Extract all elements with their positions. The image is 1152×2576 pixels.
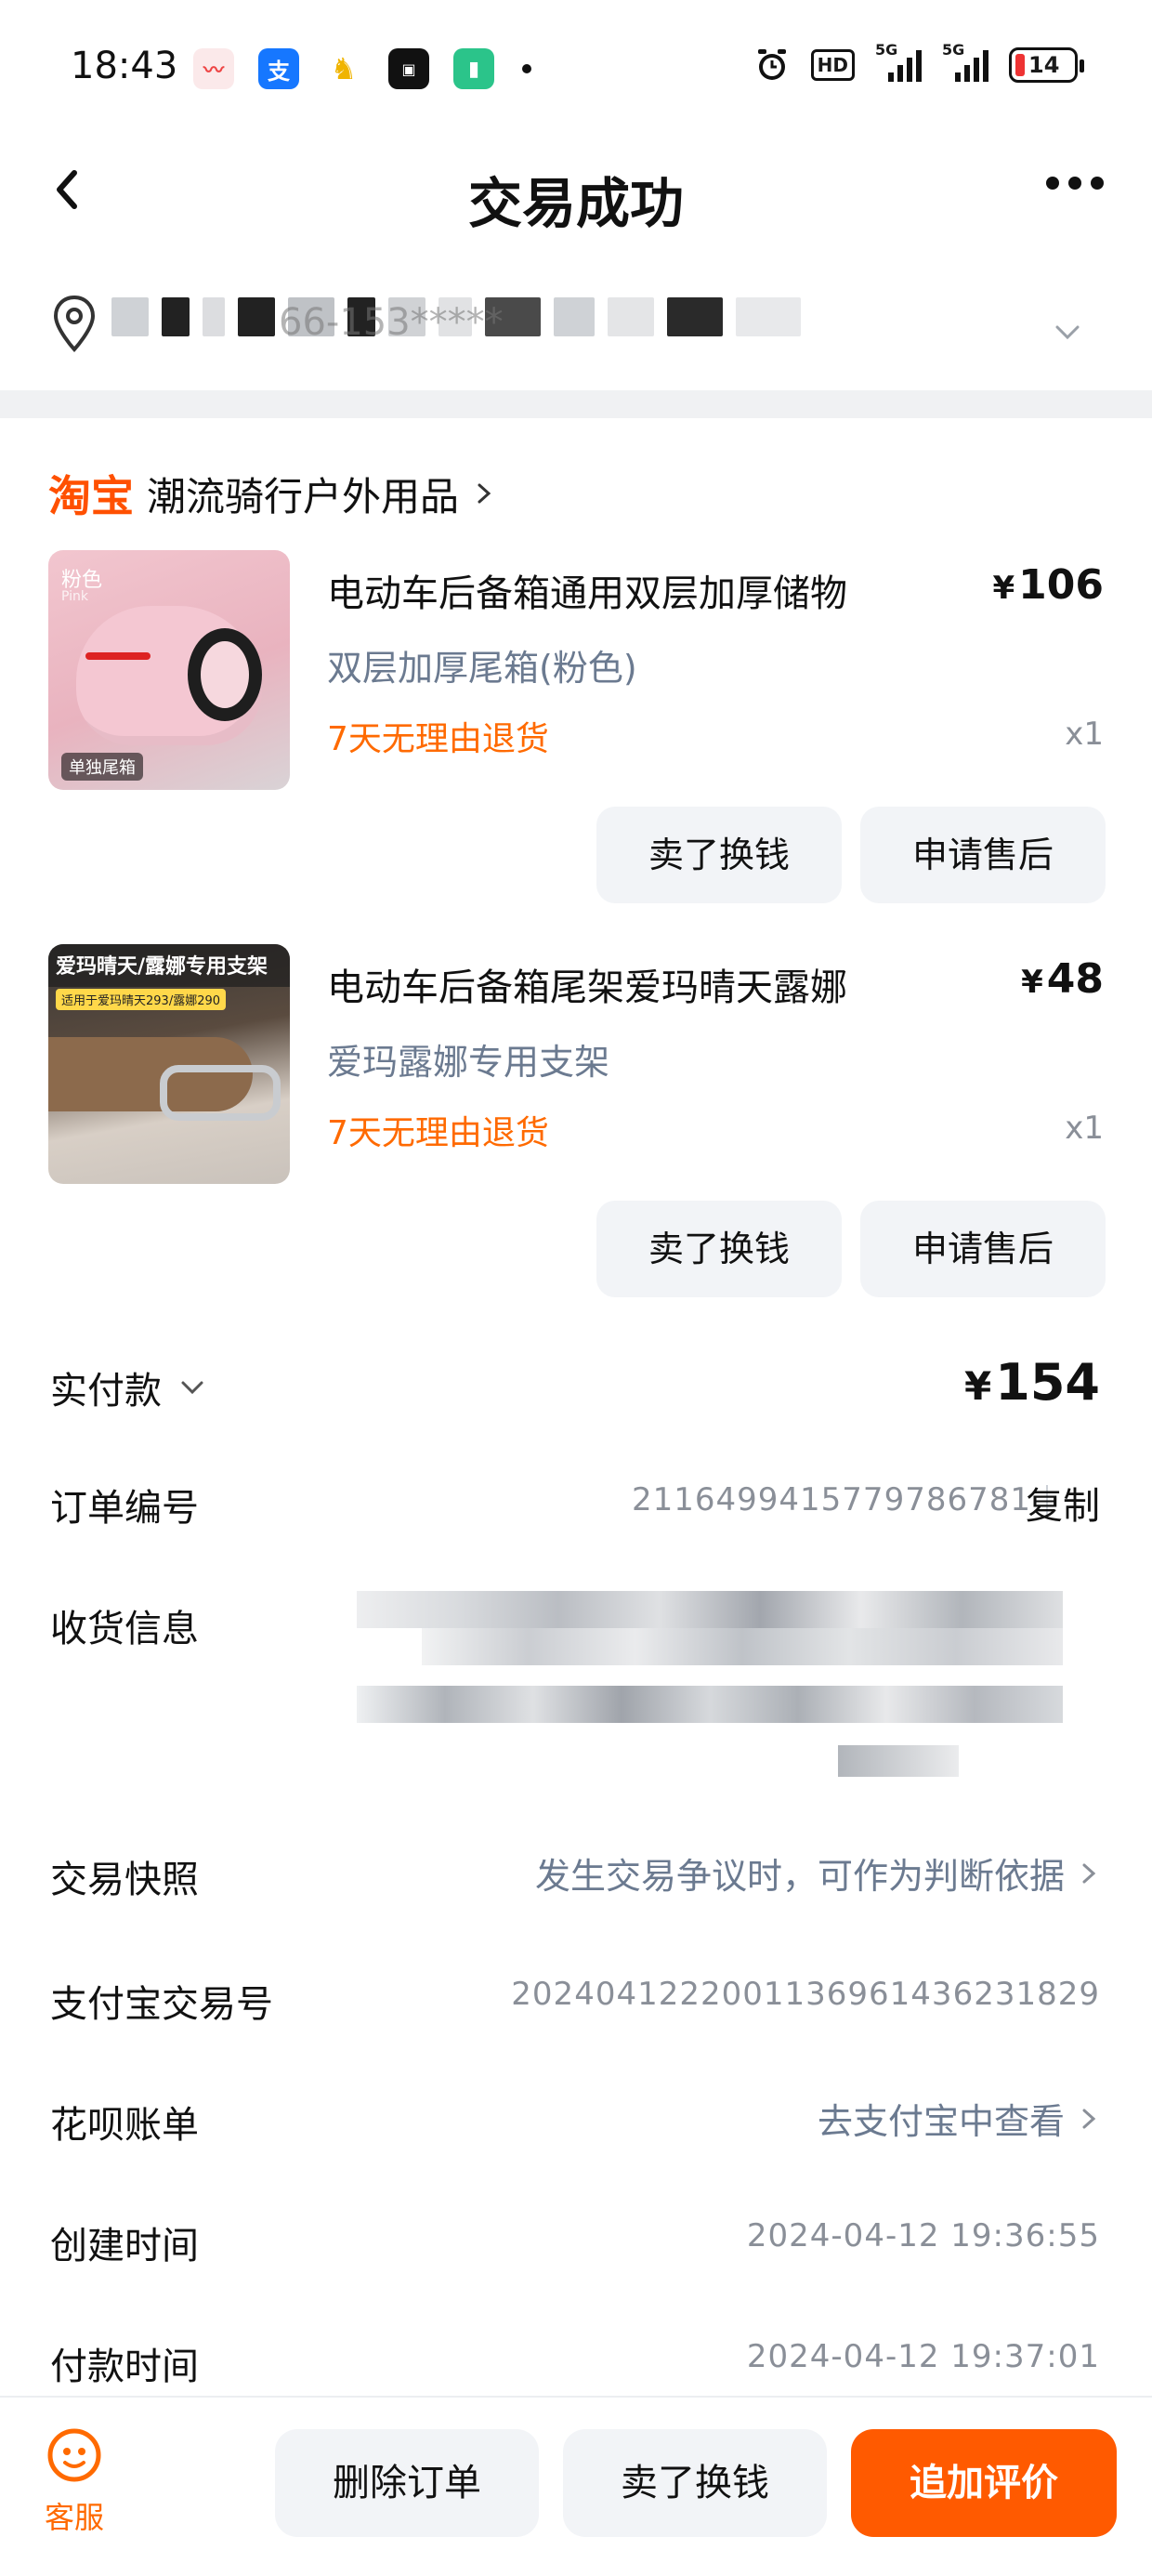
order-number-label: 订单编号 — [50, 1487, 199, 1530]
sell-for-cash-button[interactable]: 卖了换钱 — [596, 807, 842, 903]
payment-label[interactable]: 实付款 — [50, 1360, 206, 1414]
snapshot-label: 交易快照 — [50, 1859, 199, 1901]
snapshot-link[interactable]: 发生交易争议时，可作为判断依据 — [535, 1847, 1100, 1899]
product-price: ¥106 — [992, 561, 1104, 609]
status-time: 18:43 — [71, 45, 178, 87]
alarm-icon — [757, 49, 786, 80]
paid-time-label: 付款时间 — [50, 2346, 199, 2388]
address-row[interactable]: 66-153***** — [0, 269, 1152, 390]
delete-order-button[interactable]: 删除订单 — [275, 2429, 539, 2537]
product-price: ¥48 — [1021, 955, 1104, 1003]
after-sales-button[interactable]: 申请售后 — [860, 807, 1106, 903]
signal-1-icon: 5G — [875, 41, 922, 82]
alipay-icon: 支 — [258, 48, 299, 89]
paid-time-row: 付款时间 2024-04-12 19:37:01 — [0, 2323, 1152, 2398]
location-pin-icon — [53, 295, 96, 352]
created-time-row: 创建时间 2024-04-12 19:36:55 — [0, 2202, 1152, 2277]
hd-icon: HD — [810, 49, 855, 81]
nav-bar: 交易成功 — [0, 139, 1152, 242]
payment-row[interactable]: 实付款 ¥154 — [0, 1347, 1152, 1422]
huabei-link[interactable]: 去支付宝中查看 — [818, 2093, 1100, 2144]
section-divider — [0, 390, 1152, 418]
alipay-trade-row: 支付宝交易号 2024041222001136961436231829 — [0, 1961, 1152, 2035]
chevron-right-icon — [1082, 2109, 1096, 2128]
more-icon[interactable] — [1046, 177, 1104, 190]
copy-button[interactable]: 复制 — [1026, 1476, 1100, 1530]
chevron-down-icon[interactable] — [1052, 316, 1083, 348]
product-image[interactable]: 粉色 Pink 单独尾箱 — [48, 550, 290, 790]
huabei-row[interactable]: 花呗账单 去支付宝中查看 — [0, 2082, 1152, 2156]
product-sku: 双层加厚尾箱(粉色) — [327, 648, 637, 689]
product-image[interactable]: 爱玛晴天/露娜专用支架 适用于爱玛晴天293/露娜290 — [48, 944, 290, 1184]
sell-for-cash-button[interactable]: 卖了换钱 — [596, 1201, 842, 1297]
receiver-row: 收货信息 — [0, 1585, 1152, 1790]
chevron-down-icon — [181, 1381, 203, 1395]
product-sku: 爱玛露娜专用支架 — [327, 1042, 610, 1083]
huabei-label: 花呗账单 — [50, 2104, 199, 2147]
address-text: 66-153***** — [279, 301, 504, 344]
chevron-right-icon — [478, 483, 491, 504]
battery-app-icon: ▮ — [453, 48, 494, 89]
return-policy: 7天无理由退货 — [327, 720, 549, 758]
mascot-icon: ♞ — [323, 48, 364, 89]
customer-service-button[interactable]: 客服 — [37, 2425, 111, 2537]
product-title[interactable]: 电动车后备箱通用双层加厚储物 — [327, 563, 940, 617]
receiver-label: 收货信息 — [50, 1608, 199, 1650]
product-title[interactable]: 电动车后备箱尾架爱玛晴天露娜 — [327, 957, 940, 1011]
shop-name[interactable]: 潮流骑行户外用品 — [147, 466, 459, 522]
signal-2-icon: 5G — [942, 41, 988, 82]
battery-icon: 14 — [1009, 47, 1084, 83]
chevron-right-icon — [1082, 1863, 1096, 1883]
voice-icon: 〰 — [193, 48, 234, 89]
snapshot-row[interactable]: 交易快照 发生交易争议时，可作为判断依据 — [0, 1836, 1152, 1911]
order-number: 2116499415779786781 — [631, 1481, 1031, 1518]
shop-header[interactable]: 淘宝 潮流骑行户外用品 — [48, 463, 496, 524]
alipay-trade-label: 支付宝交易号 — [50, 1983, 273, 2026]
payment-amount: ¥154 — [964, 1353, 1100, 1412]
status-bar: 18:43 〰 支 ♞ ▣ ▮ HD 5G 5G 14 — [0, 0, 1152, 139]
order-item[interactable]: 粉色 Pink 单独尾箱 电动车后备箱通用双层加厚储物 ¥106 双层加厚尾箱(… — [0, 550, 1152, 940]
alipay-trade-number: 2024041222001136961436231829 — [511, 1976, 1100, 2013]
created-time-label: 创建时间 — [50, 2225, 199, 2267]
rack-illustration — [160, 1065, 281, 1121]
customer-service-label: 客服 — [44, 2500, 104, 2535]
after-sales-button[interactable]: 申请售后 — [860, 1201, 1106, 1297]
product-quantity: x1 — [1065, 1110, 1104, 1147]
system-icons: HD 5G 5G 14 — [753, 41, 1084, 84]
product-quantity: x1 — [1065, 716, 1104, 753]
paid-time-value: 2024-04-12 19:37:01 — [746, 2338, 1100, 2375]
notification-icons: 〰 支 ♞ ▣ ▮ — [193, 48, 531, 89]
bottom-action-bar: 客服 删除订单 卖了换钱 追加评价 — [0, 2396, 1152, 2576]
order-item[interactable]: 爱玛晴天/露娜专用支架 适用于爱玛晴天293/露娜290 电动车后备箱尾架爱玛晴… — [0, 944, 1152, 1334]
page-title: 交易成功 — [467, 172, 684, 235]
app-icon: ▣ — [388, 48, 429, 89]
sell-for-cash-button[interactable]: 卖了换钱 — [563, 2429, 827, 2537]
add-review-button[interactable]: 追加评价 — [851, 2429, 1117, 2537]
customer-service-icon — [47, 2428, 101, 2482]
return-policy: 7天无理由退货 — [327, 1114, 549, 1152]
taobao-logo: 淘宝 — [48, 471, 134, 521]
order-number-row: 订单编号 2116499415779786781 复制 — [0, 1465, 1152, 1539]
receiver-info-redacted — [357, 1585, 1100, 1777]
more-notifications-dot — [522, 64, 531, 73]
created-time-value: 2024-04-12 19:36:55 — [746, 2217, 1100, 2254]
